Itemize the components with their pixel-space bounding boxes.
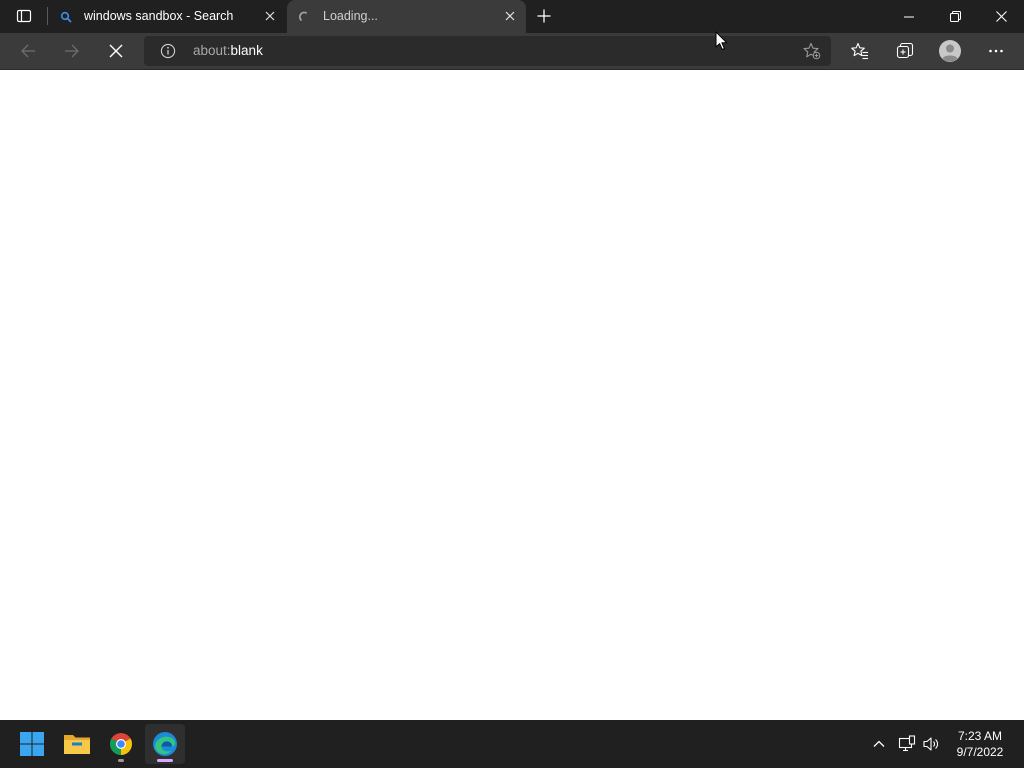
url-path: blank [230,43,263,58]
stop-icon [109,44,123,58]
file-explorer-icon [64,735,90,754]
loading-spinner-icon [297,9,313,25]
search-icon [58,9,74,25]
clock-time: 7:23 AM [957,729,1003,743]
back-button[interactable] [13,37,43,65]
back-icon [21,44,35,58]
plus-icon [537,9,551,23]
forward-button[interactable] [57,37,87,65]
close-icon [995,11,1007,22]
tab-title: Loading... [323,9,378,23]
forward-icon [65,44,79,58]
add-favorite-icon[interactable] [803,42,821,60]
network-button[interactable] [895,732,919,756]
settings-and-more-button[interactable] [981,37,1011,65]
volume-icon [923,737,938,751]
tab-loading[interactable]: Loading... [287,0,526,33]
close-tab-icon[interactable] [262,8,278,24]
clock-date: 9/7/2022 [956,745,1004,759]
mouse-cursor-icon [715,31,728,50]
chrome-icon [110,733,132,755]
taskbar: 7:23 AM 9/7/2022 [0,720,1024,768]
browser-tab-bar: windows sandbox - Search Loading... [0,0,1024,33]
start-icon [20,732,44,756]
new-tab-button[interactable] [532,4,556,28]
restore-icon [949,11,961,22]
volume-button[interactable] [919,732,943,756]
site-info-icon[interactable] [160,43,176,59]
close-window-button[interactable] [978,0,1024,33]
network-icon [898,735,916,752]
taskbar-chrome[interactable] [101,724,141,764]
tab-title: windows sandbox - Search [84,9,234,23]
tab-actions-icon [16,9,32,23]
system-clock[interactable]: 7:23 AM 9/7/2022 [944,728,1016,760]
favorites-button[interactable] [845,37,875,65]
more-icon [989,49,1003,53]
restore-button[interactable] [932,0,978,33]
page-content-area[interactable] [0,71,1024,720]
chevron-up-icon [873,740,885,747]
tab-search[interactable]: windows sandbox - Search [48,0,286,33]
url-text[interactable]: about:blank [193,43,263,58]
stop-loading-button[interactable] [101,37,131,65]
url-scheme: about: [193,43,231,58]
taskbar-edge[interactable] [145,724,185,764]
edge-icon [153,732,177,756]
close-tab-icon[interactable] [502,8,518,24]
favorites-icon [851,42,868,60]
collections-button[interactable] [890,37,920,65]
running-indicator [118,759,124,762]
start-button[interactable] [12,724,52,764]
tab-actions-button[interactable] [10,5,38,27]
profile-button[interactable] [935,37,965,65]
browser-toolbar: about:blank [0,33,1024,70]
active-indicator [157,759,173,762]
taskbar-file-explorer[interactable] [57,724,97,764]
show-hidden-icons-button[interactable] [867,732,891,756]
minimize-icon [904,16,914,17]
collections-icon [896,42,914,59]
screen: windows sandbox - Search Loading... abou… [0,0,1024,768]
minimize-button[interactable] [886,0,932,33]
profile-icon [939,40,961,62]
